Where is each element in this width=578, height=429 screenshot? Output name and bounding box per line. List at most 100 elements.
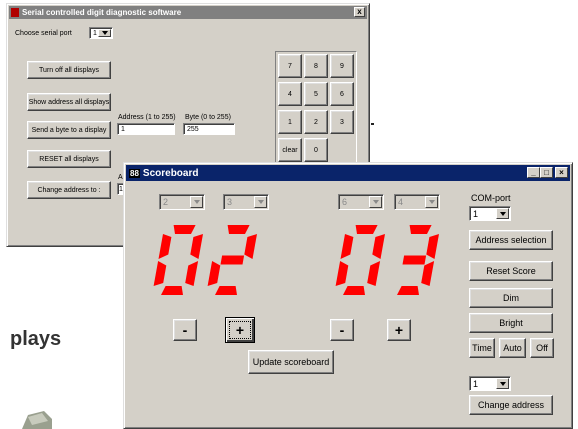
- segment-b: [190, 234, 203, 259]
- segment-f: [158, 234, 172, 259]
- segment-e: [335, 261, 349, 286]
- segment-f: [340, 234, 354, 259]
- keypad-button-0[interactable]: 0: [304, 138, 328, 162]
- serial-port-label: Choose serial port: [15, 30, 72, 37]
- chevron-down-icon[interactable]: [254, 196, 267, 208]
- turn-off-displays-button[interactable]: Turn off all displays: [27, 61, 111, 79]
- scoreboard-title-bar: 88 Scoreboard _ □ ×: [126, 165, 570, 181]
- serial-port-select[interactable]: 1: [89, 27, 113, 39]
- right-digit-select-2[interactable]: 4: [394, 194, 440, 210]
- keypad-button-6[interactable]: 6: [330, 82, 354, 106]
- segment-a: [173, 225, 196, 234]
- chevron-down-icon[interactable]: [98, 29, 111, 37]
- left-digit-value-2: 3: [227, 197, 233, 207]
- dim-button[interactable]: Dim: [469, 288, 553, 308]
- left-digit-select-2[interactable]: 3: [223, 194, 269, 210]
- segment-a: [355, 225, 378, 234]
- close-button[interactable]: x: [354, 7, 365, 17]
- address-selection-button[interactable]: Address selection: [469, 230, 553, 250]
- keypad-clear-button[interactable]: clear: [278, 138, 302, 162]
- address-label: Address (1 to 255): [118, 114, 176, 121]
- left-score-display: [153, 225, 257, 295]
- window-controls: _ □ ×: [527, 167, 568, 178]
- right-score-digit-2: [397, 225, 439, 295]
- left-score-digit-1: [153, 225, 203, 295]
- address-input[interactable]: 1: [117, 123, 175, 135]
- segment-d: [343, 286, 365, 295]
- scoreboard-app-icon: 88: [129, 168, 140, 178]
- show-address-button[interactable]: Show address all displays: [27, 93, 111, 111]
- time-button[interactable]: Time: [469, 338, 495, 358]
- app-icon: [11, 8, 19, 17]
- photo-fragment-left: [22, 411, 52, 429]
- byte-input[interactable]: 255: [183, 123, 235, 135]
- keypad: 7 8 9 4 5 6 1 2 3 clear 0: [275, 51, 357, 166]
- close-button[interactable]: ×: [555, 167, 568, 178]
- byte-label: Byte (0 to 255): [185, 114, 231, 121]
- scoreboard-window-title: Scoreboard: [142, 167, 199, 179]
- keypad-button-8[interactable]: 8: [304, 54, 328, 78]
- left-digit-select-1[interactable]: 2: [159, 194, 205, 210]
- keypad-button-5[interactable]: 5: [304, 82, 328, 106]
- diagnostic-window-title: Serial controlled digit diagnostic softw…: [22, 8, 182, 17]
- right-minus-button[interactable]: -: [330, 319, 354, 341]
- left-minus-button[interactable]: -: [173, 319, 197, 341]
- serial-port-value: 1: [93, 29, 97, 37]
- keypad-button-7[interactable]: 7: [278, 54, 302, 78]
- segment-c: [421, 261, 435, 286]
- segment-g: [402, 255, 427, 265]
- com-port-value: 1: [473, 208, 479, 219]
- segment-e: [207, 261, 221, 286]
- right-score-display: [335, 225, 439, 295]
- maximize-button[interactable]: □: [540, 167, 553, 178]
- address-select[interactable]: 1: [469, 376, 511, 391]
- keypad-button-2[interactable]: 2: [304, 110, 328, 134]
- segment-e: [153, 261, 167, 286]
- right-digit-value-1: 6: [342, 197, 348, 207]
- left-plus-button[interactable]: +: [225, 317, 255, 343]
- segment-c: [185, 261, 199, 286]
- auto-button[interactable]: Auto: [499, 338, 526, 358]
- segment-d: [215, 286, 237, 295]
- minimize-button[interactable]: _: [527, 167, 540, 178]
- chevron-down-icon[interactable]: [496, 208, 509, 219]
- segment-d: [161, 286, 183, 295]
- right-plus-button[interactable]: +: [387, 319, 411, 341]
- scoreboard-window: 88 Scoreboard _ □ × 2 3 6 4 - + - + Upda…: [123, 162, 573, 429]
- keypad-button-9[interactable]: 9: [330, 54, 354, 78]
- bright-button[interactable]: Bright: [469, 313, 553, 333]
- chevron-down-icon[interactable]: [496, 378, 509, 389]
- segment-a: [227, 225, 250, 234]
- background-heading-fragment: plays: [10, 328, 62, 350]
- keypad-button-1[interactable]: 1: [278, 110, 302, 134]
- address-value: 1: [473, 378, 479, 389]
- reset-score-button[interactable]: Reset Score: [469, 261, 553, 281]
- change-address-button[interactable]: Change address: [469, 395, 553, 415]
- off-button[interactable]: Off: [530, 338, 554, 358]
- left-plus-label: +: [235, 322, 245, 338]
- chevron-down-icon[interactable]: [369, 196, 382, 208]
- com-port-label: COM-port: [471, 193, 511, 203]
- keypad-button-4[interactable]: 4: [278, 82, 302, 106]
- left-digit-value-1: 2: [163, 197, 169, 207]
- segment-b: [426, 234, 439, 259]
- segment-c: [367, 261, 381, 286]
- send-byte-button[interactable]: Send a byte to a display: [27, 121, 111, 139]
- right-score-digit-1: [335, 225, 385, 295]
- background-mark: [371, 123, 374, 125]
- left-score-digit-2: [207, 225, 257, 295]
- com-port-select[interactable]: 1: [469, 206, 511, 221]
- right-digit-select-1[interactable]: 6: [338, 194, 384, 210]
- chevron-down-icon[interactable]: [425, 196, 438, 208]
- segment-b: [244, 234, 257, 259]
- keypad-button-3[interactable]: 3: [330, 110, 354, 134]
- segment-b: [372, 234, 385, 259]
- segment-g: [220, 255, 245, 265]
- diagnostic-title-bar: Serial controlled digit diagnostic softw…: [9, 6, 367, 19]
- change-address-button[interactable]: Change address to :: [27, 181, 111, 199]
- segment-d: [397, 286, 419, 295]
- segment-a: [409, 225, 432, 234]
- update-scoreboard-button[interactable]: Update scoreboard: [248, 350, 334, 374]
- reset-displays-button[interactable]: RESET all displays: [27, 150, 111, 168]
- chevron-down-icon[interactable]: [190, 196, 203, 208]
